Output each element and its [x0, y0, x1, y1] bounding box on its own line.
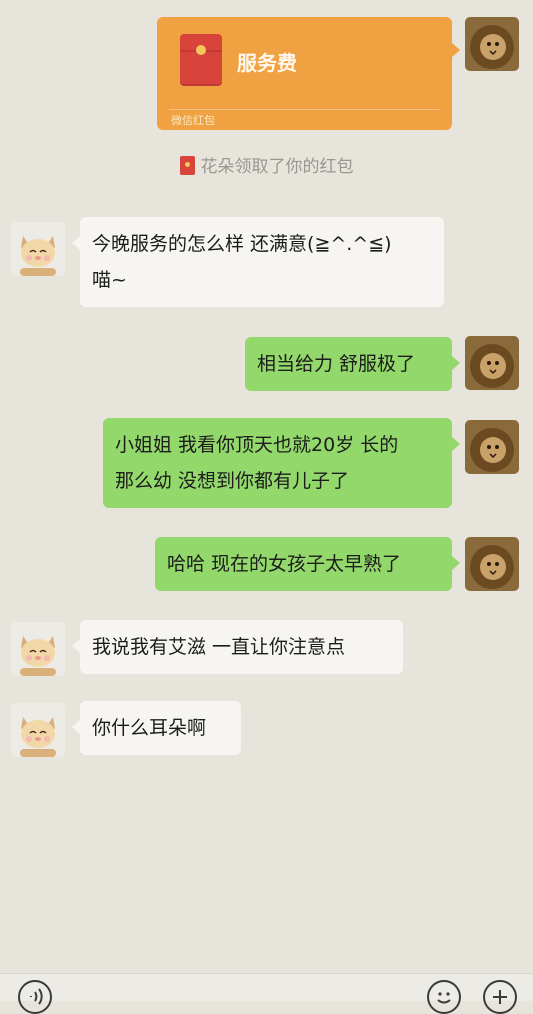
message-bubble[interactable]: 今晚服务的怎么样 还满意(≧^.^≦) 喵~ — [72, 217, 444, 307]
red-packet-message[interactable]: 服务费 微信红包 — [157, 17, 460, 130]
message-line: 今晚服务的怎么样 还满意(≧^.^≦) — [92, 233, 392, 255]
message-line: 相当给力 舒服极了 — [257, 353, 416, 375]
message-bubble[interactable]: 哈哈 现在的女孩子太早熟了 — [155, 537, 460, 591]
message-bubble[interactable]: 你什么耳朵啊 — [72, 701, 241, 755]
red-packet-label: 微信红包 — [171, 114, 215, 127]
red-packet-title: 服务费 — [237, 51, 297, 75]
system-notice-text: 花朵领取了你的红包 — [200, 157, 354, 177]
input-toolbar — [0, 973, 533, 1014]
system-notice: 花朵领取了你的红包 — [0, 152, 533, 177]
message-bubble[interactable]: 相当给力 舒服极了 — [245, 337, 460, 391]
message-line: 那么幼 没想到你都有儿子了 — [115, 470, 350, 492]
message-bubble[interactable]: 我说我有艾滋 一直让你注意点 — [72, 620, 403, 674]
message-line: 我说我有艾滋 一直让你注意点 — [92, 636, 346, 658]
red-envelope-icon — [180, 34, 222, 86]
message-line: 哈哈 现在的女孩子太早熟了 — [167, 553, 402, 575]
message-line: 你什么耳朵啊 — [92, 717, 207, 739]
cat-avatar[interactable] — [11, 622, 65, 676]
red-packet-divider — [169, 109, 440, 110]
voice-icon[interactable] — [18, 980, 52, 1014]
red-envelope-icon — [179, 156, 195, 175]
cat-avatar[interactable] — [11, 703, 65, 757]
lion-avatar[interactable] — [465, 537, 519, 591]
emoji-icon[interactable] — [427, 980, 461, 1014]
lion-avatar[interactable] — [465, 336, 519, 390]
message-bubble[interactable]: 小姐姐 我看你顶天也就20岁 长的 那么幼 没想到你都有儿子了 — [103, 418, 460, 508]
cat-avatar[interactable] — [11, 222, 65, 276]
plus-icon[interactable] — [483, 980, 517, 1014]
message-line: 小姐姐 我看你顶天也就20岁 长的 — [115, 434, 399, 456]
lion-avatar[interactable] — [465, 420, 519, 474]
lion-avatar[interactable] — [465, 17, 519, 71]
message-line: 喵~ — [92, 269, 127, 291]
